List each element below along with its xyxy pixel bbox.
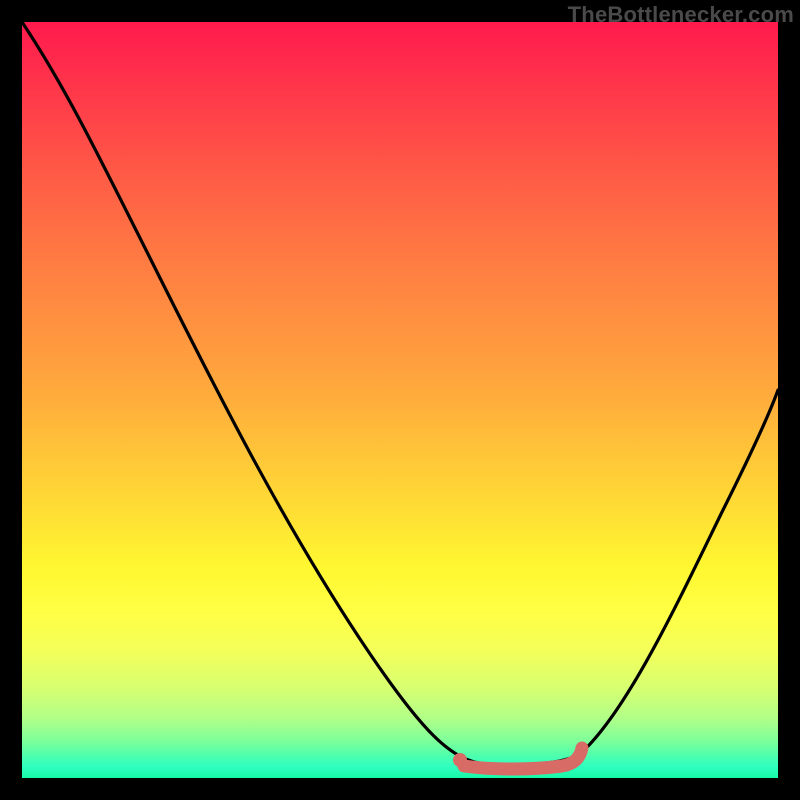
chart-plot-area — [22, 22, 778, 778]
marker-segment — [464, 748, 582, 769]
curve-path — [22, 22, 778, 765]
attribution-text: TheBottlenecker.com — [568, 2, 794, 28]
marker-start-dot — [453, 753, 467, 767]
bottleneck-curve — [22, 22, 778, 778]
